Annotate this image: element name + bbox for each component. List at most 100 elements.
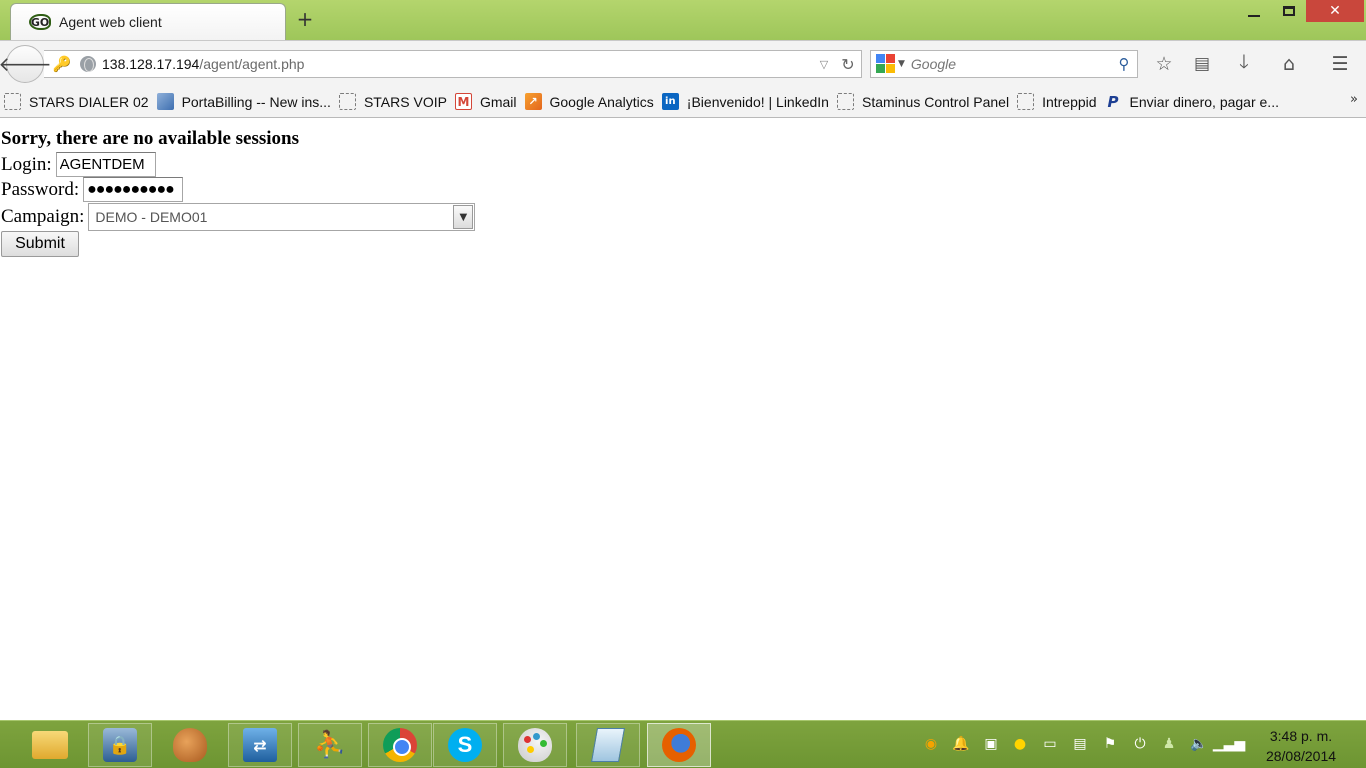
flag-icon[interactable]: ⚑ — [1099, 733, 1121, 755]
taskbar-skype[interactable]: S — [433, 723, 497, 767]
search-input[interactable]: Google — [911, 56, 1111, 72]
downloads-icon[interactable]: 🡓 — [1231, 51, 1257, 77]
login-label: Login: — [1, 153, 52, 175]
windows-taskbar: 🔒 ⇄ ⛹ S ◉ 🔔 ▣ ● ▭ ▤ ⚑ ⏻ ♟ 🔈 ▁▃▅ 3:48 p. … — [0, 720, 1366, 768]
page-content: Sorry, there are no available sessions L… — [0, 118, 1366, 720]
campaign-select[interactable]: DEMO - DEMO01 ▼ — [88, 203, 476, 231]
bookmark-linkedin[interactable]: in ¡Bienvenido! | LinkedIn — [661, 93, 829, 110]
baseball-mitt-icon — [173, 728, 207, 762]
url-path[interactable]: /agent/agent.php — [199, 56, 304, 72]
paint-palette-icon — [518, 728, 552, 762]
app-tray-icon[interactable]: ▣ — [980, 733, 1002, 755]
notification-bell-icon[interactable]: 🔔 — [950, 733, 972, 755]
maximize-icon — [1283, 6, 1295, 16]
taskbar-file-explorer[interactable] — [18, 723, 82, 767]
bookmark-google-analytics[interactable]: ↗ Google Analytics — [524, 93, 654, 110]
paypal-icon: P — [1107, 92, 1119, 111]
tab-title: Agent web client — [59, 14, 162, 30]
bookmark-stars-dialer[interactable]: STARS DIALER 02 — [4, 93, 149, 110]
blank-page-icon — [1017, 93, 1035, 110]
avast-tray-icon[interactable]: ◉ — [920, 733, 942, 755]
campaign-label: Campaign: — [1, 206, 85, 227]
bookmark-stars-voip[interactable]: STARS VOIP — [338, 93, 447, 110]
new-tab-button[interactable]: + — [294, 7, 316, 31]
chevron-right-icon[interactable]: » — [1350, 92, 1358, 107]
taskbar-people-app[interactable]: ⛹ — [298, 723, 362, 767]
bookmark-portabilling[interactable]: PortaBilling -- New ins... — [156, 93, 331, 110]
navigation-toolbar: 🔑 138.128.17.194/agent/agent.php ▽ ↻ 🡐 ▼… — [0, 40, 1366, 86]
bookmark-label: STARS VOIP — [363, 93, 447, 110]
close-window-button[interactable]: ✕ — [1306, 0, 1364, 22]
signal-icon[interactable]: ▁▃▅ — [1213, 733, 1245, 755]
google-engine-icon[interactable] — [876, 54, 896, 74]
browser-tab[interactable]: GO Agent web client — [10, 3, 286, 40]
minimize-button[interactable] — [1238, 0, 1270, 22]
agent-favicon-icon: GO — [29, 14, 51, 30]
taskbar-notepad[interactable] — [576, 723, 640, 767]
url-bar[interactable]: 🔑 138.128.17.194/agent/agent.php ▽ ↻ — [44, 50, 862, 78]
submit-button[interactable]: Submit — [1, 231, 79, 257]
taskbar-firefox[interactable] — [647, 723, 711, 767]
bookmarks-menu-icon[interactable]: ▤ — [1189, 51, 1215, 77]
site-identity-icon[interactable] — [80, 56, 96, 72]
maximize-button[interactable] — [1274, 0, 1304, 22]
login-row: Login: — [1, 152, 156, 177]
home-icon[interactable]: ⌂ — [1276, 51, 1302, 77]
bookmark-label: Google Analytics — [549, 93, 654, 110]
password-label: Password: — [1, 178, 80, 200]
campaign-selected-value: DEMO - DEMO01 — [95, 209, 208, 225]
search-icon[interactable]: ⚲ — [1111, 55, 1137, 73]
error-message: Sorry, there are no available sessions — [1, 128, 300, 149]
engine-dropdown-icon[interactable]: ▼ — [898, 59, 905, 69]
network-icon: ⇄ — [243, 728, 277, 762]
login-input[interactable] — [55, 152, 156, 177]
bookmark-label: STARS DIALER 02 — [29, 93, 149, 110]
blank-page-icon — [338, 93, 356, 110]
bookmark-gmail[interactable]: M Gmail — [454, 93, 517, 110]
google-analytics-icon: ↗ — [524, 93, 542, 110]
yellow-tray-icon[interactable]: ● — [1009, 733, 1031, 755]
taskbar-paint[interactable] — [503, 723, 567, 767]
chevron-down-icon[interactable]: ▼ — [453, 205, 474, 229]
blank-page-icon — [4, 93, 21, 110]
menu-icon[interactable]: ☰ — [1327, 51, 1353, 77]
bookmark-label: Staminus Control Panel — [861, 93, 1010, 110]
user-tray-icon[interactable]: ♟ — [1158, 733, 1180, 755]
chrome-icon — [383, 728, 417, 762]
taskbar-mitt-app[interactable] — [158, 723, 222, 767]
portabilling-icon — [156, 93, 174, 110]
bookmark-paypal[interactable]: P Enviar dinero, pagar e... — [1105, 92, 1279, 111]
bookmark-label: PortaBilling -- New ins... — [181, 93, 331, 110]
people-icon: ⛹ — [313, 730, 347, 760]
gmail-icon: M — [454, 93, 472, 110]
url-host[interactable]: 138.128.17.194 — [102, 56, 199, 72]
password-row: Password: — [1, 177, 184, 202]
reload-icon[interactable]: ↻ — [835, 55, 861, 74]
bookmark-staminus[interactable]: Staminus Control Panel — [836, 93, 1010, 110]
volume-icon[interactable]: 🔈 — [1188, 733, 1210, 755]
taskbar-chrome[interactable] — [368, 723, 432, 767]
firefox-icon — [662, 728, 696, 762]
campaign-row: Campaign: DEMO - DEMO01 ▼ — [1, 203, 476, 231]
clock-time: 3:48 p. m. — [1269, 728, 1333, 744]
folder-icon — [32, 731, 68, 759]
back-arrow-icon: 🡐 — [0, 52, 52, 76]
back-button[interactable]: 🡐 — [0, 45, 52, 83]
bookmark-intreppid[interactable]: Intreppid — [1017, 93, 1097, 110]
taskbar-security-app[interactable]: 🔒 — [88, 723, 152, 767]
power-plug-icon[interactable]: ⏻ — [1129, 733, 1151, 755]
password-input[interactable] — [83, 177, 184, 202]
system-clock[interactable]: 3:48 p. m. 28/08/2014 — [1256, 726, 1346, 766]
display-tray-icon[interactable]: ▤ — [1069, 733, 1091, 755]
bookmark-star-icon[interactable]: ☆ — [1151, 51, 1177, 77]
bookmarks-toolbar: STARS DIALER 02 PortaBilling -- New ins.… — [0, 86, 1366, 118]
notepad-icon — [591, 728, 625, 762]
skype-icon: S — [448, 728, 482, 762]
taskbar-network-app[interactable]: ⇄ — [228, 723, 292, 767]
search-bar[interactable]: ▼ Google ⚲ — [870, 50, 1138, 78]
history-dropdown-icon[interactable]: ▽ — [813, 58, 835, 71]
clock-date: 28/08/2014 — [1265, 748, 1337, 764]
monitor-tray-icon[interactable]: ▭ — [1039, 733, 1061, 755]
linkedin-icon: in — [661, 93, 679, 110]
lock-icon: 🔒 — [103, 728, 137, 762]
